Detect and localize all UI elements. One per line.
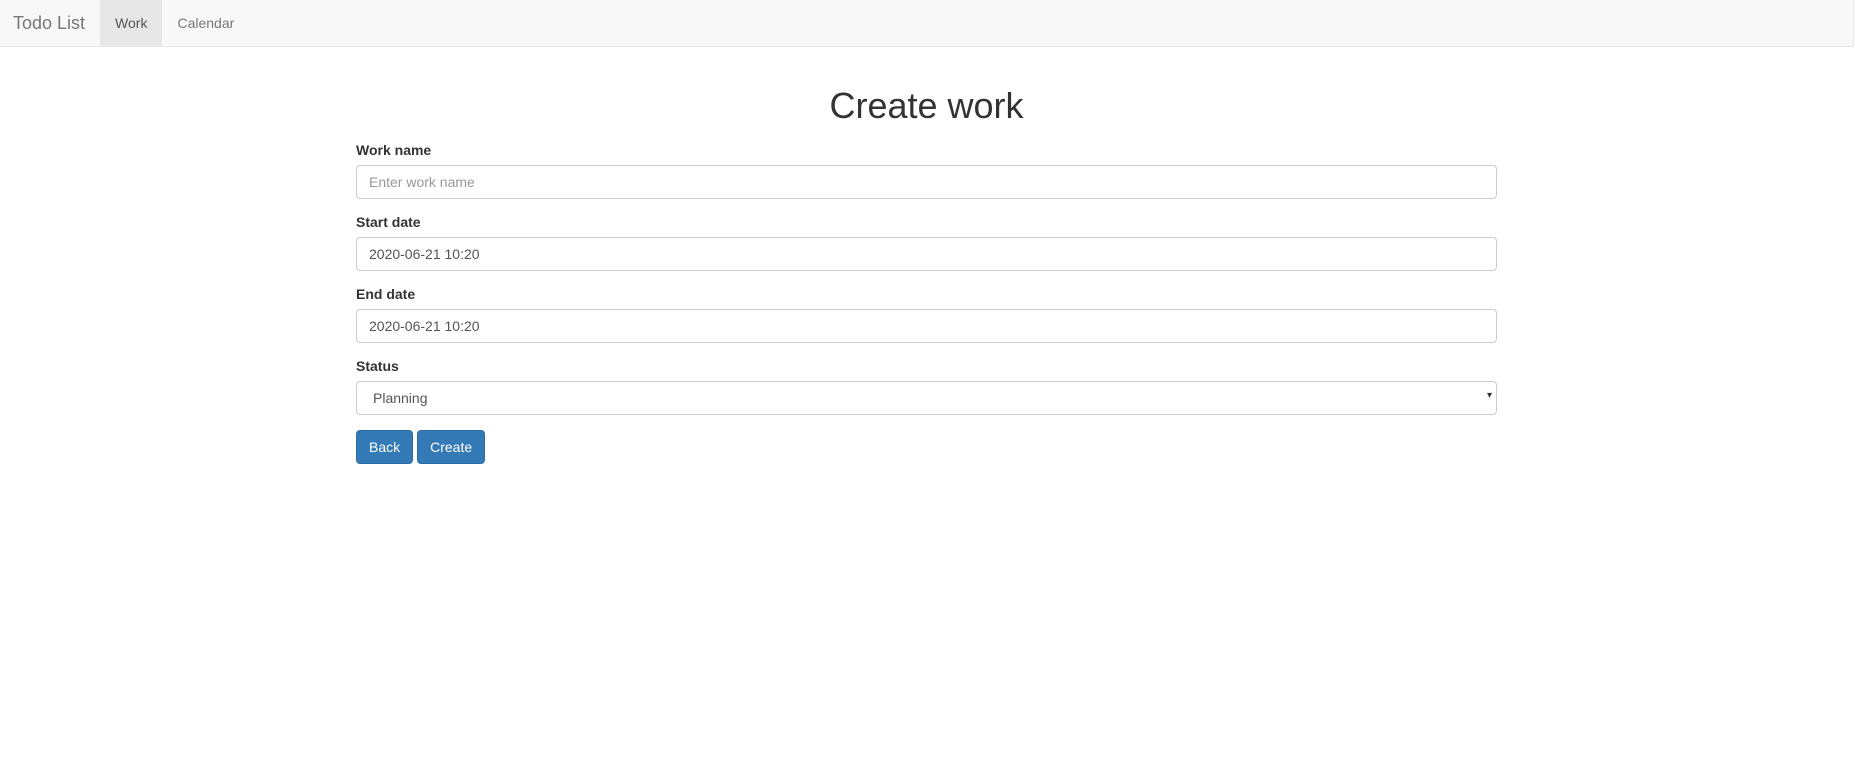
work-name-label: Work name — [356, 142, 432, 158]
nav-item-work[interactable]: Work — [100, 0, 163, 46]
status-selected-value: Planning — [373, 390, 428, 406]
caret-down-icon: ▾ — [1486, 390, 1492, 401]
work-name-input[interactable] — [356, 165, 1497, 199]
status-group: Status Planning ▾ — [356, 358, 1497, 415]
nav-item-calendar[interactable]: Calendar — [162, 0, 249, 46]
end-date-group: End date — [356, 286, 1497, 343]
end-date-label: End date — [356, 286, 416, 302]
navbar-brand[interactable]: Todo List — [0, 0, 100, 46]
back-button[interactable]: Back — [356, 430, 414, 464]
create-button[interactable]: Create — [417, 430, 486, 464]
start-date-input[interactable] — [356, 237, 1497, 271]
end-date-input[interactable] — [356, 309, 1497, 343]
status-label: Status — [356, 358, 399, 374]
page-title: Create work — [829, 85, 1024, 126]
create-work-form-container: Create work Work name Start date End dat… — [356, 78, 1497, 464]
status-select[interactable]: Planning ▾ — [356, 381, 1497, 415]
navbar: Todo List Work Calendar — [0, 0, 1854, 47]
start-date-label: Start date — [356, 214, 421, 230]
start-date-group: Start date — [356, 214, 1497, 271]
work-name-group: Work name — [356, 142, 1497, 199]
form-actions: Back Create — [356, 430, 1497, 464]
